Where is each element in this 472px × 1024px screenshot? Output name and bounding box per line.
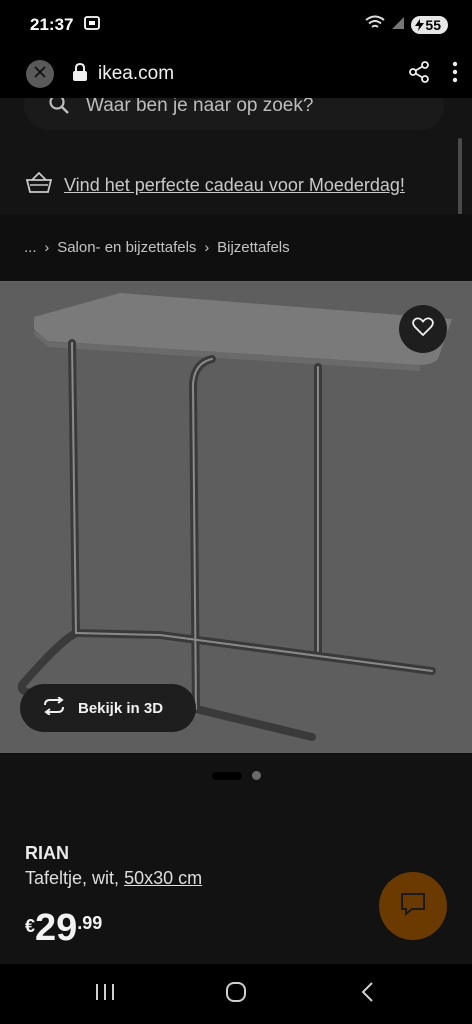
product-image[interactable]: Bekijk in 3D (0, 281, 472, 753)
breadcrumb-ellipsis[interactable]: ... (24, 239, 37, 256)
recent-apps-button[interactable] (75, 974, 135, 1014)
search-placeholder: Waar ben je naar op zoek? (86, 98, 314, 116)
share-icon[interactable] (408, 60, 430, 88)
heart-icon (412, 317, 434, 342)
product-type: Tafeltje, wit, (25, 868, 120, 888)
favorite-button[interactable] (399, 305, 447, 353)
header-area: Waar ben je naar op zoek? Vind het perfe… (0, 98, 472, 234)
home-icon (225, 981, 247, 1008)
status-time: 21:37 (30, 15, 74, 34)
chevron-right-icon: › (44, 239, 50, 255)
product-size-link[interactable]: 50x30 cm (124, 868, 202, 888)
browser-toolbar: ikea.com (0, 50, 472, 98)
product-price: € 29 .99 (25, 908, 102, 948)
view-3d-button[interactable]: Bekijk in 3D (20, 684, 196, 732)
promo-banner[interactable]: Vind het perfecte cadeau voor Moederdag! (25, 171, 405, 199)
wifi-icon (365, 15, 386, 36)
recent-apps-icon (94, 982, 116, 1007)
back-icon (360, 981, 374, 1008)
more-vert-icon[interactable] (452, 61, 458, 88)
basket-icon (25, 171, 53, 199)
back-button[interactable] (337, 974, 397, 1014)
lock-icon (72, 62, 88, 87)
chat-button[interactable] (379, 872, 447, 940)
price-decimal: .99 (77, 913, 103, 933)
url-text: ikea.com (98, 63, 175, 84)
chevron-right-icon: › (204, 239, 210, 255)
battery-level: 55 (425, 17, 441, 33)
price-currency: € (25, 916, 36, 936)
product-info: RIAN Tafeltje, wit, 50x30 cm (25, 843, 202, 889)
home-button[interactable] (206, 974, 266, 1014)
page-content: Waar ben je naar op zoek? Vind het perfe… (0, 98, 472, 964)
carousel-dot-active[interactable] (211, 771, 242, 780)
breadcrumb: ... › Salon- en bijzettafels › Bijzettaf… (0, 214, 472, 280)
carousel-indicator (0, 771, 472, 780)
breadcrumb-item-salon[interactable]: Salon- en bijzettafels (57, 239, 196, 256)
screenshot-icon (83, 14, 101, 37)
url-bar[interactable]: ikea.com (72, 62, 174, 87)
view-3d-label: Bekijk in 3D (78, 699, 164, 717)
rotate-3d-icon (42, 695, 66, 720)
price-integer: 29 (35, 907, 78, 949)
search-icon (48, 98, 70, 120)
product-name: RIAN (25, 843, 69, 863)
side-table-illustration (17, 293, 452, 741)
breadcrumb-item-bijzettafels[interactable]: Bijzettafels (217, 239, 290, 256)
close-icon (34, 65, 46, 83)
close-tab-button[interactable] (26, 60, 54, 88)
status-bar: 21:37 55 (0, 0, 472, 50)
product-description: Tafeltje, wit, 50x30 cm (25, 868, 202, 889)
system-nav-bar (0, 964, 472, 1024)
search-input[interactable]: Waar ben je naar op zoek? (24, 98, 444, 130)
chat-icon (400, 892, 426, 921)
promo-link[interactable]: Vind het perfecte cadeau voor Moederdag! (64, 175, 405, 196)
signal-icon (391, 16, 405, 35)
battery-indicator: 55 (411, 16, 448, 34)
carousel-dot[interactable] (251, 771, 261, 780)
